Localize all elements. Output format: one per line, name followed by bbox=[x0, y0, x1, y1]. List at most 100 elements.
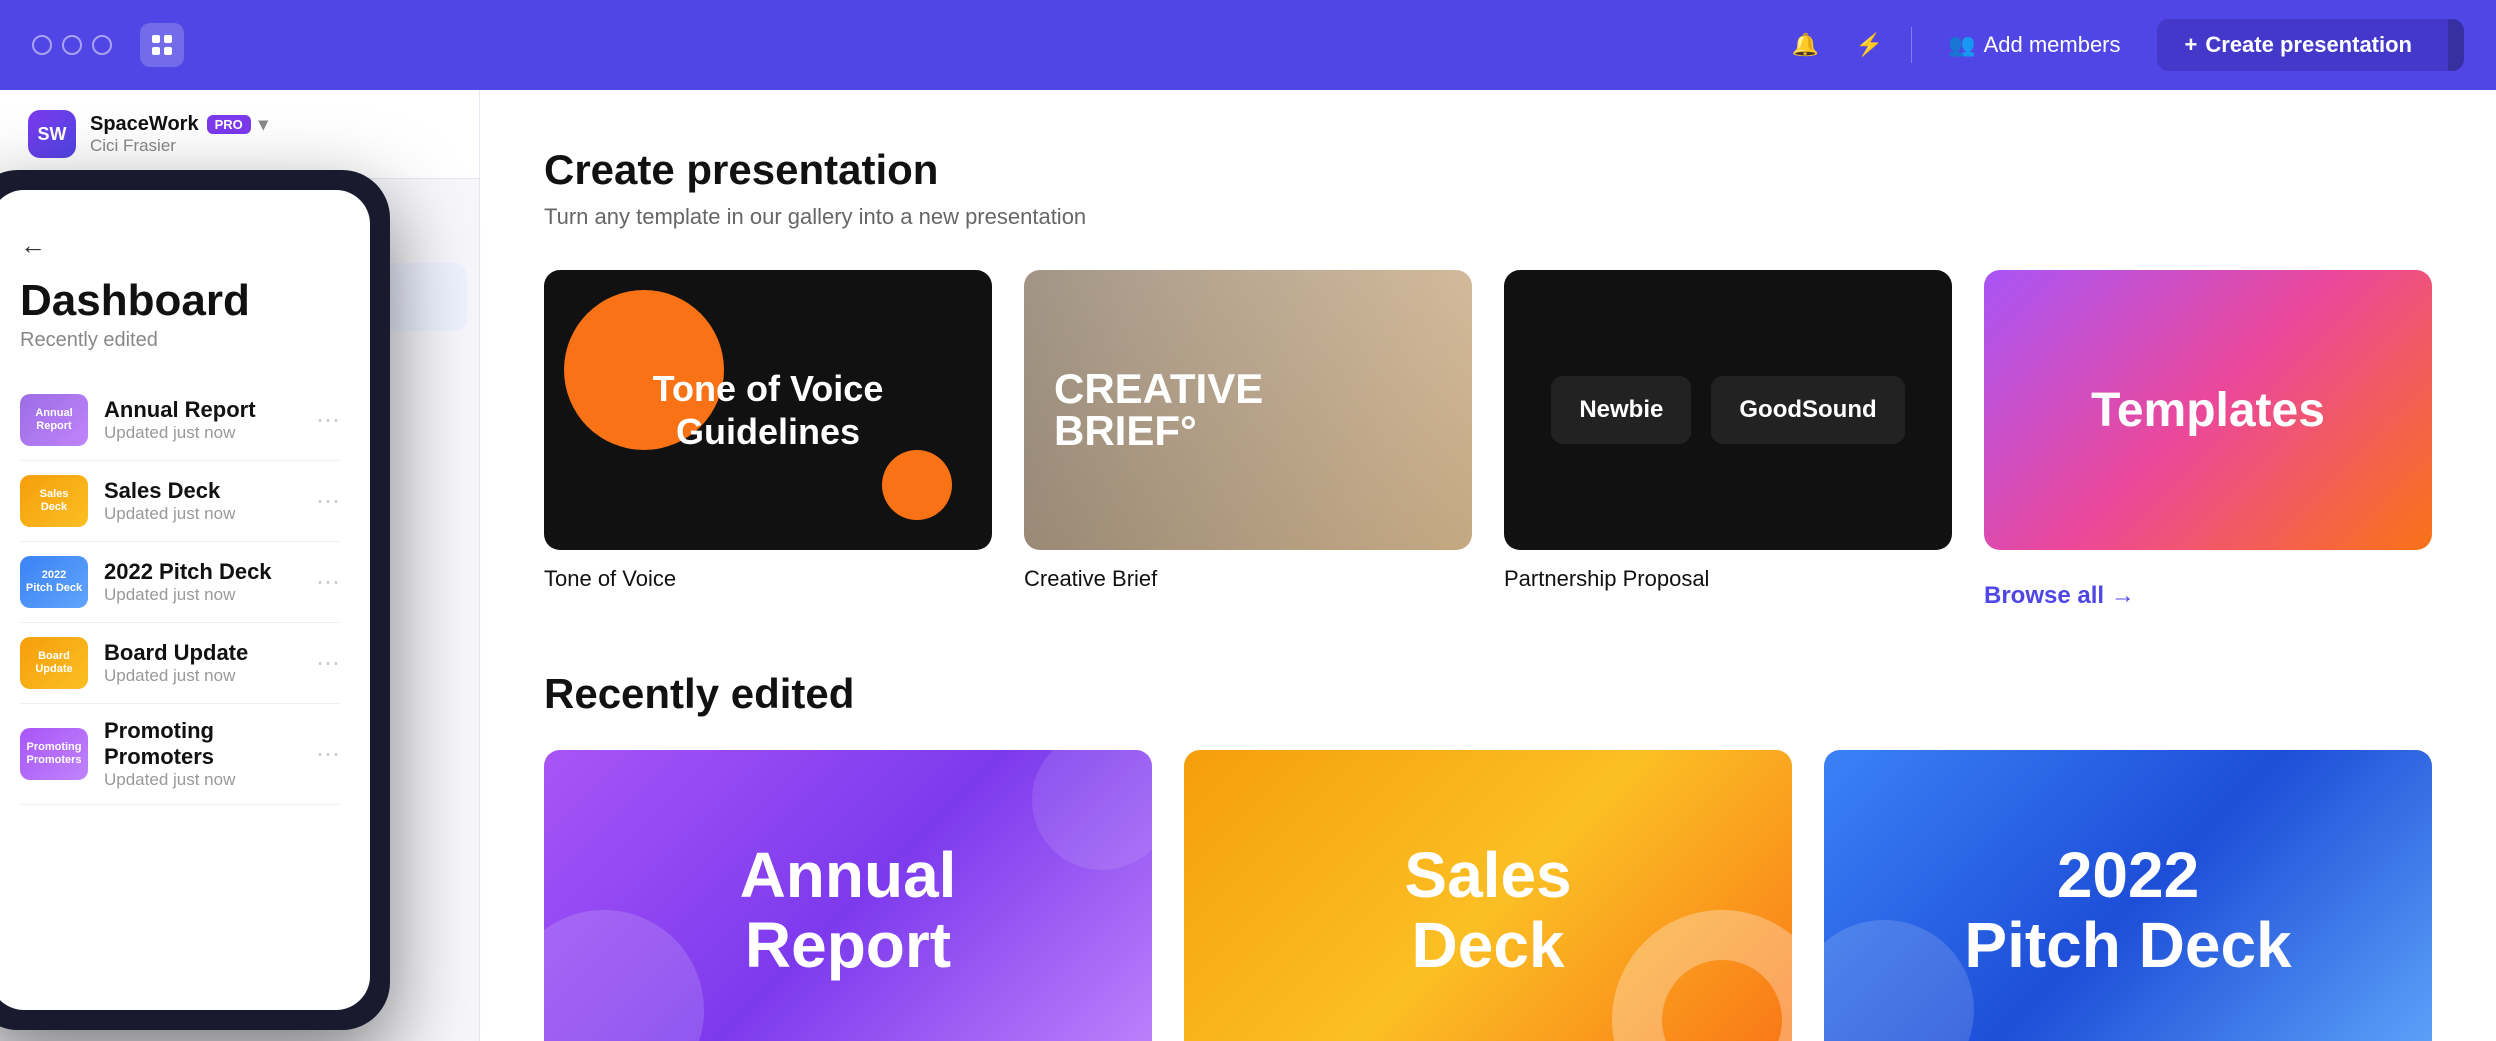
workspace-chevron-icon[interactable]: ▾ bbox=[259, 114, 268, 135]
phone-thumb-board: BoardUpdate bbox=[20, 637, 88, 689]
pitch-card-text: 2022Pitch Deck bbox=[1944, 820, 2311, 1001]
create-section-subtitle: Turn any template in our gallery into a … bbox=[544, 204, 2432, 230]
recently-edited-row: AnnualReport SalesDeck 2022Pitch Deck bbox=[544, 750, 2432, 1041]
recent-card-pitch[interactable]: 2022Pitch Deck bbox=[1824, 750, 2432, 1041]
recent-thumb-pitch: 2022Pitch Deck bbox=[1824, 750, 2432, 1041]
templates-row: Tone of VoiceGuidelines Tone of Voice CR… bbox=[544, 270, 2432, 610]
window-dot-1 bbox=[32, 35, 52, 55]
pp-box-goodsound: GoodSound bbox=[1711, 376, 1904, 444]
annual-card-text: AnnualReport bbox=[720, 820, 977, 1001]
recent-thumb-annual: AnnualReport bbox=[544, 750, 1152, 1041]
tone-of-voice-label: Tone of Voice bbox=[544, 566, 992, 592]
main-layout: SW SpaceWork PRO ▾ Cici Frasier + bbox=[0, 90, 2496, 1041]
tov-circle-small bbox=[882, 450, 952, 520]
phone-item-promoting-time: Updated just now bbox=[104, 770, 300, 790]
create-label: Create presentation bbox=[2205, 32, 2412, 58]
pp-box-newbie: Newbie bbox=[1551, 376, 1691, 444]
add-members-label: Add members bbox=[1984, 32, 2121, 58]
tov-thumb-text: Tone of VoiceGuidelines bbox=[653, 367, 884, 453]
create-dropdown-button[interactable]: ▾ bbox=[2448, 19, 2464, 71]
cb-thumb-text: CREATIVEBRIEF° bbox=[1054, 368, 1263, 452]
recent-card-annual[interactable]: AnnualReport bbox=[544, 750, 1152, 1041]
phone-item-promoting[interactable]: PromotingPromoters Promoting Promoters U… bbox=[20, 704, 340, 805]
divider bbox=[1911, 27, 1912, 63]
phone-item-promoting-name: Promoting Promoters bbox=[104, 718, 300, 770]
tone-of-voice-thumb: Tone of VoiceGuidelines bbox=[544, 270, 992, 550]
top-bar-left bbox=[32, 23, 184, 67]
workspace-header: SW SpaceWork PRO ▾ Cici Frasier bbox=[0, 90, 479, 179]
phone-item-annual-time: Updated just now bbox=[104, 423, 300, 443]
phone-item-board[interactable]: BoardUpdate Board Update Updated just no… bbox=[20, 623, 340, 704]
workspace-info: SpaceWork PRO ▾ Cici Frasier bbox=[90, 113, 451, 156]
phone-thumb-pitch-text: 2022Pitch Deck bbox=[22, 565, 86, 599]
browse-all-link[interactable]: Browse all → bbox=[1984, 582, 2432, 610]
phone-item-promoting-info: Promoting Promoters Updated just now bbox=[104, 718, 300, 790]
phone-item-pitch-menu[interactable]: ⋯ bbox=[316, 568, 340, 597]
workspace-user: Cici Frasier bbox=[90, 136, 451, 156]
creative-brief-thumb: CREATIVEBRIEF° bbox=[1024, 270, 1472, 550]
phone-item-pitch-time: Updated just now bbox=[104, 585, 300, 605]
phone-item-board-info: Board Update Updated just now bbox=[104, 640, 300, 686]
phone-dashboard-title: Dashboard bbox=[20, 277, 340, 325]
phone-item-sales[interactable]: SalesDeck Sales Deck Updated just now ⋯ bbox=[20, 461, 340, 542]
create-plus-icon: + bbox=[2185, 32, 2198, 58]
sidebar: SW SpaceWork PRO ▾ Cici Frasier + bbox=[0, 90, 480, 1041]
main-content: Create presentation Turn any template in… bbox=[480, 90, 2496, 1041]
apps-grid-icon bbox=[152, 35, 172, 55]
browse-thumb: Templates bbox=[1984, 270, 2432, 550]
annual-circle-1 bbox=[544, 910, 704, 1041]
create-section-title: Create presentation bbox=[544, 146, 2432, 194]
workspace-avatar: SW bbox=[28, 110, 76, 158]
phone-overlay: ← Dashboard Recently edited AnnualReport… bbox=[0, 170, 390, 1041]
phone-item-annual[interactable]: AnnualReport Annual Report Updated just … bbox=[20, 380, 340, 461]
phone-thumb-board-text: BoardUpdate bbox=[31, 646, 76, 680]
phone-thumb-promoting-text: PromotingPromoters bbox=[22, 737, 85, 771]
creative-brief-label: Creative Brief bbox=[1024, 566, 1472, 592]
browse-templates-text: Templates bbox=[2091, 383, 2325, 438]
add-members-button[interactable]: 👥 Add members bbox=[1932, 32, 2136, 58]
window-controls bbox=[32, 35, 112, 55]
partnership-thumb: Newbie GoodSound bbox=[1504, 270, 1952, 550]
phone-thumb-pitch: 2022Pitch Deck bbox=[20, 556, 88, 608]
lightning-button[interactable]: ⚡ bbox=[1847, 23, 1891, 67]
phone-item-board-time: Updated just now bbox=[104, 666, 300, 686]
phone-item-board-menu[interactable]: ⋯ bbox=[316, 649, 340, 678]
phone-screen: ← Dashboard Recently edited AnnualReport… bbox=[0, 190, 370, 1010]
phone-dashboard-subtitle: Recently edited bbox=[20, 329, 340, 352]
template-card-creative-brief[interactable]: CREATIVEBRIEF° Creative Brief bbox=[1024, 270, 1472, 592]
phone-item-sales-time: Updated just now bbox=[104, 504, 300, 524]
template-card-tone-of-voice[interactable]: Tone of VoiceGuidelines Tone of Voice bbox=[544, 270, 992, 592]
phone-item-promoting-menu[interactable]: ⋯ bbox=[316, 740, 340, 769]
notification-button[interactable]: 🔔 bbox=[1783, 23, 1827, 67]
phone-item-sales-name: Sales Deck bbox=[104, 478, 300, 504]
add-members-icon: 👥 bbox=[1948, 32, 1975, 58]
top-bar: 🔔 ⚡ 👥 Add members + Create presentation … bbox=[0, 0, 2496, 90]
phone-item-annual-menu[interactable]: ⋯ bbox=[316, 406, 340, 435]
phone-item-sales-menu[interactable]: ⋯ bbox=[316, 487, 340, 516]
phone-thumb-sales: SalesDeck bbox=[20, 475, 88, 527]
phone-thumb-sales-text: SalesDeck bbox=[36, 484, 73, 518]
phone-thumb-annual-text: AnnualReport bbox=[31, 403, 76, 437]
pro-badge: PRO bbox=[207, 115, 251, 134]
template-card-partnership[interactable]: Newbie GoodSound Partnership Proposal bbox=[1504, 270, 1952, 592]
recent-thumb-sales: SalesDeck bbox=[1184, 750, 1792, 1041]
phone-item-pitch-info: 2022 Pitch Deck Updated just now bbox=[104, 559, 300, 605]
recent-card-sales[interactable]: SalesDeck bbox=[1184, 750, 1792, 1041]
create-presentation-button[interactable]: + Create presentation bbox=[2157, 19, 2440, 71]
phone-item-annual-name: Annual Report bbox=[104, 397, 300, 423]
phone-back-icon[interactable]: ← bbox=[20, 230, 340, 261]
top-bar-actions: 🔔 ⚡ 👥 Add members + Create presentation … bbox=[1783, 19, 2464, 71]
workspace-name: SpaceWork PRO ▾ bbox=[90, 113, 451, 136]
apps-button[interactable] bbox=[140, 23, 184, 67]
window-dot-3 bbox=[92, 35, 112, 55]
phone-item-pitch[interactable]: 2022Pitch Deck 2022 Pitch Deck Updated j… bbox=[20, 542, 340, 623]
phone-thumb-promoting: PromotingPromoters bbox=[20, 728, 88, 780]
browse-all-card: Templates Browse all → bbox=[1984, 270, 2432, 610]
phone-frame: ← Dashboard Recently edited AnnualReport… bbox=[0, 170, 390, 1030]
window-dot-2 bbox=[62, 35, 82, 55]
recently-edited-title: Recently edited bbox=[544, 670, 2432, 718]
phone-item-pitch-name: 2022 Pitch Deck bbox=[104, 559, 300, 585]
annual-circle-2 bbox=[1032, 750, 1152, 870]
partnership-label: Partnership Proposal bbox=[1504, 566, 1952, 592]
phone-item-annual-info: Annual Report Updated just now bbox=[104, 397, 300, 443]
